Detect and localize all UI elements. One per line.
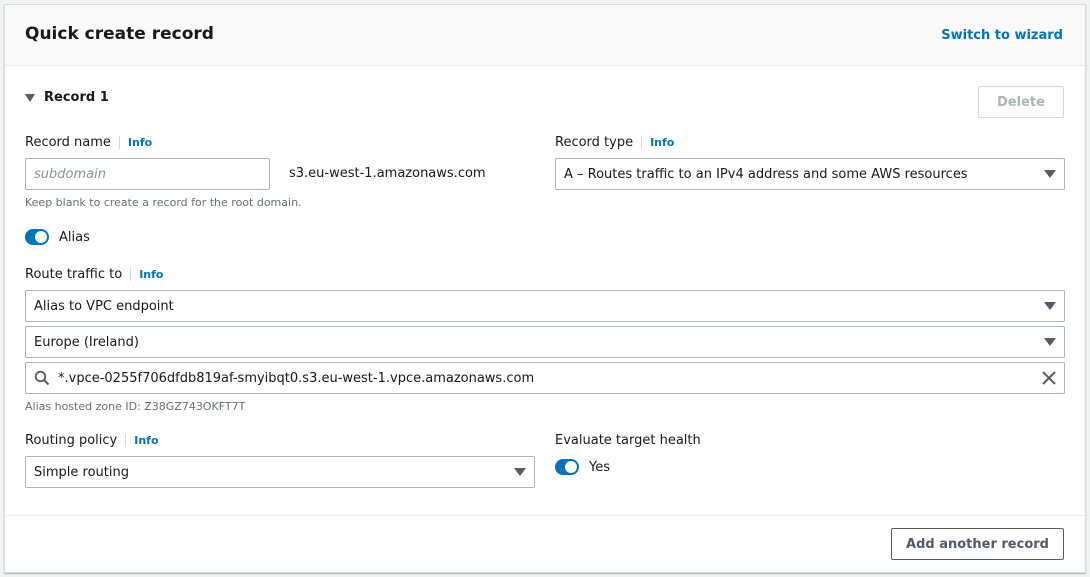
panel-header: Quick create record Switch to wizard [5,5,1085,66]
routing-policy-label: Routing policy [25,433,118,448]
routing-policy-info-link[interactable]: Info [125,434,159,447]
search-icon [34,370,50,386]
dropdown-arrow-icon [1044,170,1056,178]
alias-label: Alias [59,229,90,245]
route-target-value: Alias to VPC endpoint [34,298,174,314]
dropdown-arrow-icon [514,468,526,476]
record-type-value: A – Routes traffic to an IPv4 address an… [564,166,968,182]
dropdown-arrow-icon [1044,302,1056,310]
footer-divider [5,515,1085,516]
quick-create-panel: Quick create record Switch to wizard Rec… [4,4,1086,573]
toggle-switch-icon [25,229,49,245]
record-name-label-row: Record name Info [25,135,152,150]
routing-policy-label-row: Routing policy Info [25,433,159,448]
record-name-info-link[interactable]: Info [118,136,152,149]
endpoint-search-input[interactable]: *.vpce-0255f706dfdb819af-smyibqt0.s3.eu-… [25,362,1065,394]
evaluate-health-toggle[interactable]: Yes [555,459,610,475]
switch-to-wizard-link[interactable]: Switch to wizard [941,28,1063,43]
region-select[interactable]: Europe (Ireland) [25,326,1065,358]
record-title: Record 1 [44,90,109,105]
endpoint-value: *.vpce-0255f706dfdb819af-smyibqt0.s3.eu-… [58,370,535,386]
record-type-select[interactable]: A – Routes traffic to an IPv4 address an… [555,158,1065,190]
clear-icon[interactable] [1042,371,1056,385]
alias-toggle[interactable]: Alias [25,229,90,245]
toggle-switch-icon [555,459,579,475]
routing-policy-value: Simple routing [34,464,129,480]
record-type-info-link[interactable]: Info [641,136,674,149]
add-another-record-button[interactable]: Add another record [891,528,1064,560]
page-title: Quick create record [25,24,214,44]
dropdown-arrow-icon [1044,338,1056,346]
alias-zone-hint: Alias hosted zone ID: Z38GZ743OKFT7T [25,400,246,413]
route-target-select[interactable]: Alias to VPC endpoint [25,290,1065,322]
routing-policy-select[interactable]: Simple routing [25,456,535,488]
route-traffic-label-row: Route traffic to Info [25,267,163,282]
record-expand-toggle[interactable]: Record 1 [25,90,109,105]
delete-button[interactable]: Delete [978,86,1064,118]
caret-down-icon [25,93,35,102]
evaluate-health-yes-label: Yes [589,459,610,475]
record-type-label: Record type [555,135,634,150]
evaluate-health-label: Evaluate target health [555,433,701,448]
record-name-label: Record name [25,135,111,150]
evaluate-health-label-text: Evaluate target health [555,433,701,448]
endpoint-search-content: *.vpce-0255f706dfdb819af-smyibqt0.s3.eu-… [34,370,534,386]
route-traffic-info-link[interactable]: Info [130,268,163,281]
record-name-hint: Keep blank to create a record for the ro… [25,196,302,209]
record-name-input[interactable]: subdomain [25,158,270,190]
record-type-label-row: Record type Info [555,135,674,150]
region-value: Europe (Ireland) [34,334,139,350]
route-traffic-label: Route traffic to [25,267,123,282]
domain-suffix: s3.eu-west-1.amazonaws.com [289,166,486,181]
